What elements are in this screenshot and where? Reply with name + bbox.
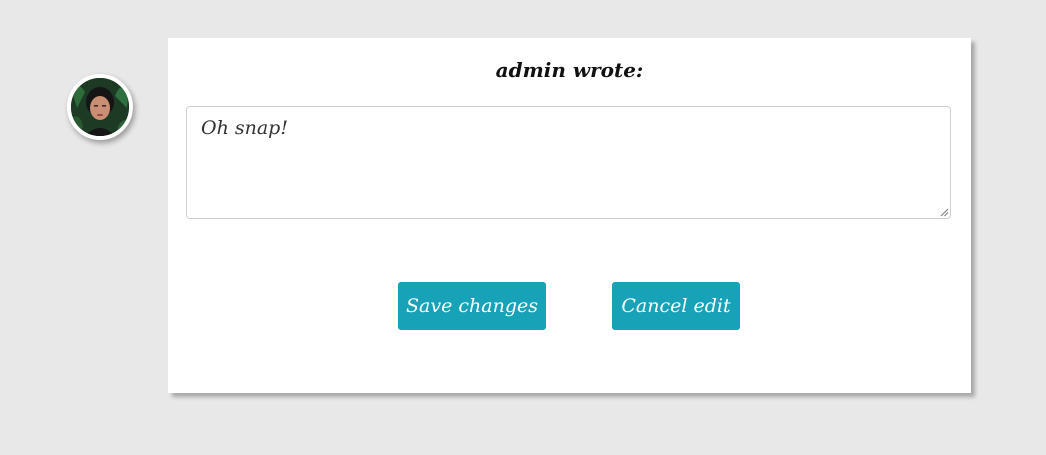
cancel-edit-button[interactable]: Cancel edit — [612, 282, 740, 330]
save-changes-button[interactable]: Save changes — [398, 282, 546, 330]
user-avatar — [67, 74, 133, 140]
post-edit-textarea[interactable]: Oh snap! — [186, 106, 951, 219]
edit-post-card: admin wrote: Oh snap! Save changes Cance… — [168, 38, 971, 393]
avatar-photo-icon — [71, 78, 129, 136]
resize-grip-icon[interactable] — [940, 208, 949, 217]
post-author-heading: admin wrote: — [495, 58, 644, 82]
